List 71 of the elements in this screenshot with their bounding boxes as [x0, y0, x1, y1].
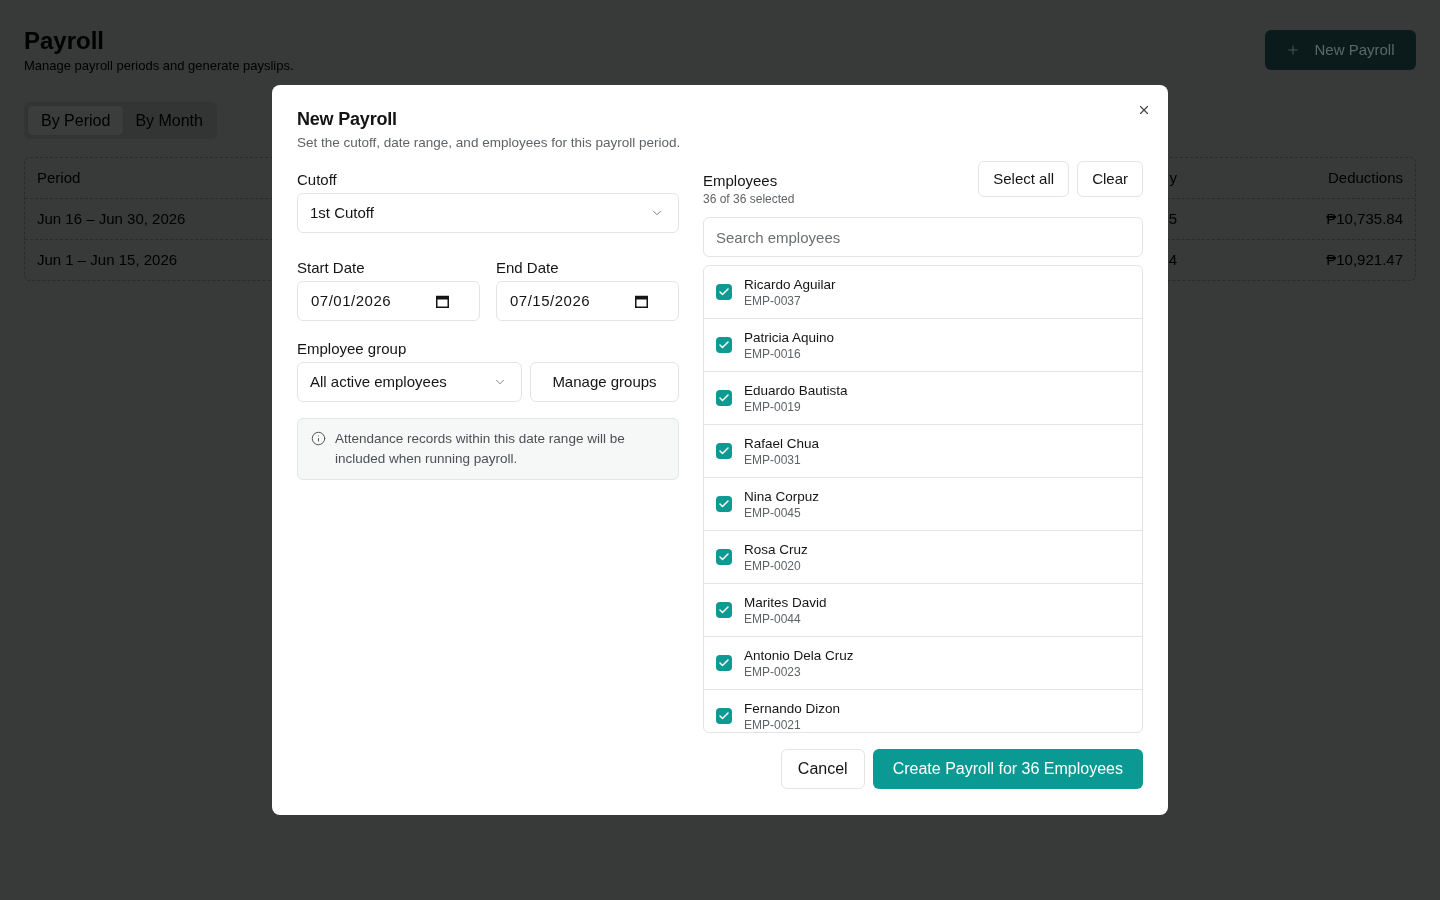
table-cell-text: 5	[1168, 208, 1177, 229]
employee-name: Ricardo Aguilar	[744, 275, 836, 293]
employee-number: EMP-0021	[744, 716, 801, 732]
employee-group-select[interactable]: All active employees	[297, 362, 522, 402]
checkbox[interactable]	[716, 655, 732, 671]
cancel-button[interactable]: Cancel	[780, 749, 865, 789]
table-cell-text: Jun 16 – Jun 30, 2026	[36, 208, 186, 229]
cutoff-select[interactable]: 1st Cutoff	[297, 193, 679, 233]
check-icon	[718, 551, 730, 563]
employee-name: Marites David	[744, 593, 827, 611]
checkbox[interactable]	[716, 284, 732, 300]
checkbox[interactable]	[716, 443, 732, 459]
selected-count: 36 of 36 selected	[703, 191, 795, 207]
checkbox[interactable]	[716, 602, 732, 618]
close-button[interactable]	[1137, 103, 1151, 117]
info-text: Attendance records within this date range will be included when running payroll.	[335, 430, 626, 468]
table-cell-text: ₱10,921.47	[1326, 249, 1404, 270]
search-field[interactable]: Search employees	[703, 217, 1143, 257]
employee-name: Rosa Cruz	[744, 540, 808, 558]
close-icon	[1137, 103, 1151, 117]
dialog-title: New Payroll	[297, 108, 397, 130]
checkbox[interactable]	[716, 708, 732, 724]
calendar-icon[interactable]	[436, 294, 449, 308]
employee-number: EMP-0045	[744, 504, 801, 521]
action-button[interactable]: Select all	[978, 161, 1070, 197]
table-cell-text: 4	[1168, 249, 1177, 270]
check-icon	[718, 710, 730, 722]
employee-number: EMP-0044	[744, 610, 801, 627]
checkbox[interactable]	[716, 496, 732, 512]
employee-number: EMP-0019	[744, 398, 801, 415]
employee-name: Nina Corpuz	[744, 487, 820, 505]
action-button[interactable]: Clear	[1077, 161, 1143, 197]
table-header-cell-text: Period	[36, 167, 81, 188]
dialog-description: Set the cutoff, date range, and employees for this payroll period.	[297, 134, 681, 152]
field-label: Employee group	[297, 339, 407, 359]
check-icon	[718, 657, 730, 669]
info-icon	[311, 431, 326, 446]
check-icon	[718, 286, 730, 298]
checkbox[interactable]	[716, 337, 732, 353]
employee-name: Fernando Dizon	[744, 699, 841, 717]
page-title: Payroll	[24, 27, 105, 55]
field-label: Start Date	[297, 258, 365, 278]
table-header-cell-text: y	[1169, 167, 1177, 188]
field-label: End Date	[496, 258, 559, 278]
table-header-cell-text: Deductions	[1327, 167, 1404, 188]
employee-number: EMP-0037	[744, 292, 801, 309]
page-subtitle: Manage payroll periods and generate payslips.	[24, 57, 294, 75]
employee-number: EMP-0020	[744, 557, 801, 574]
check-icon	[718, 604, 730, 616]
manage-groups-button[interactable]: Manage groups	[530, 362, 679, 402]
employee-number: EMP-0031	[744, 451, 801, 468]
employee-number: EMP-0016	[744, 345, 801, 362]
date-field[interactable]: 07/01/2026	[297, 281, 480, 321]
employee-name: Patricia Aquino	[744, 328, 835, 346]
checkbox[interactable]	[716, 390, 732, 406]
checkbox[interactable]	[716, 549, 732, 565]
employee-name: Eduardo Bautista	[744, 381, 848, 399]
employee-name: Rafael Chua	[744, 434, 820, 452]
check-icon	[718, 339, 730, 351]
check-icon	[718, 392, 730, 404]
field-label: Cutoff	[297, 170, 337, 190]
check-icon	[718, 445, 730, 457]
plus-icon	[1286, 43, 1301, 57]
date-field[interactable]: 07/15/2026	[496, 281, 679, 321]
employees-label: Employees	[703, 171, 778, 191]
employee-name: Antonio Dela Cruz	[744, 646, 854, 664]
employee-number: EMP-0023	[744, 663, 801, 680]
calendar-icon[interactable]	[635, 294, 648, 308]
table-cell-text: ₱10,735.84	[1326, 208, 1404, 229]
table-cell-text: Jun 1 – Jun 15, 2026	[36, 249, 178, 270]
check-icon	[718, 498, 730, 510]
